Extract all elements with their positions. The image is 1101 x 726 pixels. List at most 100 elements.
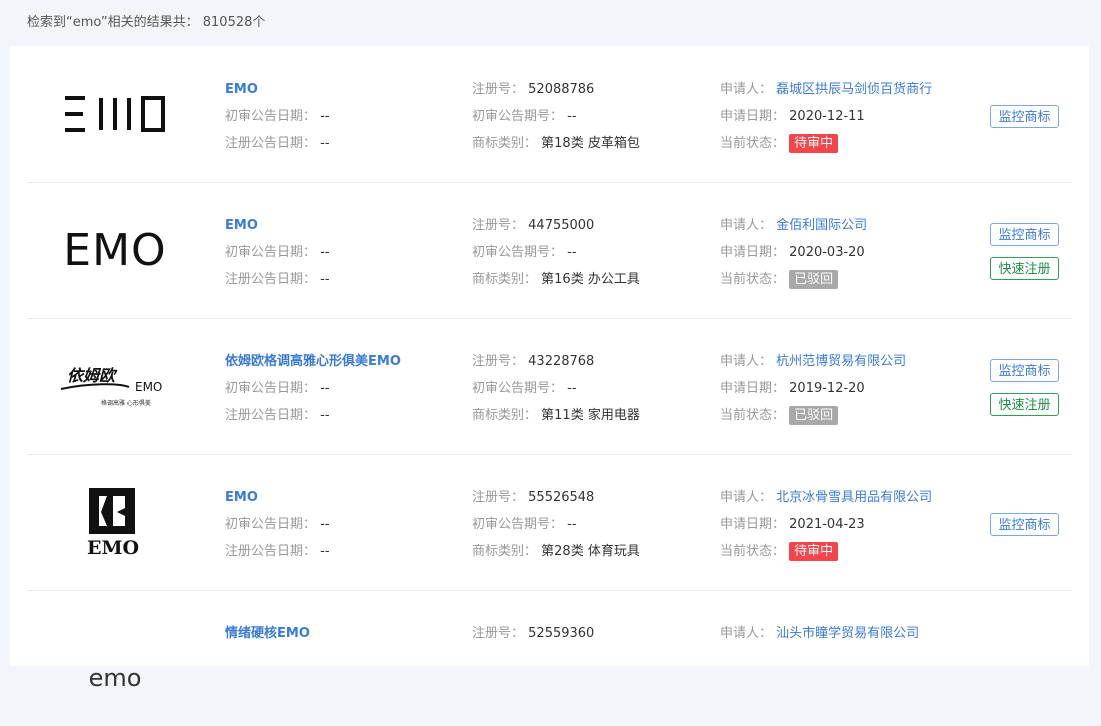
yimuou-en-text: EMO	[135, 380, 162, 394]
trademark-name[interactable]: EMO	[225, 218, 258, 233]
emo-box-logo-text: EMO	[87, 537, 139, 558]
applicant-link[interactable]: 金佰利国际公司	[776, 218, 867, 233]
reg-no-value: 55526548	[528, 490, 595, 505]
first-notice-date-label: 初审公告日期：	[225, 381, 317, 396]
first-notice-no-value: --	[567, 517, 577, 532]
apply-date-value: 2020-12-11	[789, 109, 865, 124]
apply-date-label: 申请日期：	[720, 517, 786, 532]
applicant-label: 申请人：	[720, 354, 773, 369]
category-label: 商标类别：	[472, 544, 538, 559]
first-notice-no-label: 初审公告期号：	[472, 517, 564, 532]
result-row: emo 情绪硬核EMO 注册号： 52559360 申请人： 汕头市瞳学贸易有限…	[27, 590, 1072, 726]
status-badge: 已驳回	[789, 270, 839, 289]
status-label: 当前状态：	[720, 272, 786, 287]
first-notice-date-value: --	[320, 381, 330, 396]
first-notice-date-value: --	[320, 109, 330, 124]
apply-date-value: 2021-04-23	[789, 517, 865, 532]
applicant-label: 申请人：	[720, 626, 773, 641]
status-label: 当前状态：	[720, 136, 786, 151]
category-label: 商标类别：	[472, 408, 538, 423]
first-notice-no-value: --	[567, 109, 577, 124]
trademark-logo[interactable]: 依姆欧 EMO 格调高雅 心形俱美	[55, 338, 175, 434]
first-notice-no-label: 初审公告期号：	[472, 245, 564, 260]
category-value: 第11类 家用电器	[541, 408, 640, 423]
apply-date-value: 2019-12-20	[789, 381, 865, 396]
status-badge: 已驳回	[789, 406, 839, 425]
first-notice-date-label: 初审公告日期：	[225, 245, 317, 260]
applicant-label: 申请人：	[720, 218, 773, 233]
results-panel: EMO 初审公告日期： -- 注册公告日期： -- 注册号： 52088786 …	[10, 46, 1089, 692]
first-notice-date-value: --	[320, 517, 330, 532]
reg-notice-date-label: 注册公告日期：	[225, 272, 317, 287]
status-label: 当前状态：	[720, 544, 786, 559]
reg-no-label: 注册号：	[472, 490, 525, 505]
quick-register-button[interactable]: 快速注册	[990, 257, 1059, 280]
reg-notice-date-value: --	[320, 272, 330, 287]
result-summary: 检索到“emo”相关的结果共： 810528个	[27, 15, 266, 30]
apply-date-value: 2020-03-20	[789, 245, 865, 260]
result-row: EMO EMO 初审公告日期： -- 注册公告日期： -- 注册号： 55526…	[27, 454, 1072, 591]
quick-register-button[interactable]: 快速注册	[990, 393, 1059, 416]
apply-date-label: 申请日期：	[720, 109, 786, 124]
trademark-logo[interactable]	[55, 66, 175, 162]
status-badge: 待审中	[789, 134, 839, 153]
trademark-logo[interactable]: emo	[55, 610, 175, 706]
reg-notice-date-label: 注册公告日期：	[225, 408, 317, 423]
applicant-link[interactable]: 汕头市瞳学贸易有限公司	[776, 626, 919, 641]
monitor-trademark-button[interactable]: 监控商标	[990, 359, 1059, 382]
reg-no-label: 注册号：	[472, 82, 525, 97]
emo-box-logo: EMO	[87, 488, 139, 558]
applicant-link[interactable]: 磊城区拱辰马剑侦百货商行	[776, 82, 932, 97]
trademark-name[interactable]: EMO	[225, 490, 258, 505]
applicant-link[interactable]: 杭州范博贸易有限公司	[776, 354, 906, 369]
reg-no-label: 注册号：	[472, 218, 525, 233]
trademark-logo[interactable]: EMO	[55, 474, 175, 570]
reg-notice-date-label: 注册公告日期：	[225, 544, 317, 559]
apply-date-label: 申请日期：	[720, 381, 786, 396]
first-notice-no-value: --	[567, 381, 577, 396]
category-label: 商标类别：	[472, 136, 538, 151]
applicant-label: 申请人：	[720, 490, 773, 505]
first-notice-no-label: 初审公告期号：	[472, 381, 564, 396]
category-value: 第18类 皮革箱包	[541, 136, 640, 151]
yimuou-cn-text: 依姆欧	[67, 366, 118, 385]
trademark-name[interactable]: 依姆欧格调高雅心形俱美EMO	[225, 354, 401, 369]
first-notice-no-value: --	[567, 245, 577, 260]
first-notice-date-label: 初审公告日期：	[225, 517, 317, 532]
category-value: 第28类 体育玩具	[541, 544, 640, 559]
reg-no-value: 43228768	[528, 354, 595, 369]
monitor-trademark-button[interactable]: 监控商标	[990, 105, 1059, 128]
emo-text-logo: EMO	[63, 224, 167, 276]
reg-no-label: 注册号：	[472, 354, 525, 369]
emo-line-logo	[65, 96, 165, 132]
reg-no-label: 注册号：	[472, 626, 525, 641]
emo-lowercase-logo: emo	[88, 664, 142, 692]
category-label: 商标类别：	[472, 272, 538, 287]
category-value: 第16类 办公工具	[541, 272, 640, 287]
applicant-link[interactable]: 北京冰骨雪具用品有限公司	[776, 490, 932, 505]
reg-notice-date-value: --	[320, 544, 330, 559]
result-row: 依姆欧 EMO 格调高雅 心形俱美 依姆欧格调高雅心形俱美EMO 初审公告日期：…	[27, 318, 1072, 455]
monitor-trademark-button[interactable]: 监控商标	[990, 223, 1059, 246]
first-notice-no-label: 初审公告期号：	[472, 109, 564, 124]
reg-notice-date-label: 注册公告日期：	[225, 136, 317, 151]
yimuou-slogan-text: 格调高雅 心形俱美	[101, 399, 151, 407]
result-row: EMO 初审公告日期： -- 注册公告日期： -- 注册号： 52088786 …	[27, 46, 1072, 183]
reg-no-value: 52559360	[528, 626, 595, 641]
yimuou-logo: 依姆欧 EMO 格调高雅 心形俱美	[60, 366, 162, 407]
reg-no-value: 52088786	[528, 82, 595, 97]
first-notice-date-value: --	[320, 245, 330, 260]
status-badge: 待审中	[789, 542, 839, 561]
reg-notice-date-value: --	[320, 136, 330, 151]
apply-date-label: 申请日期：	[720, 245, 786, 260]
reg-no-value: 44755000	[528, 218, 595, 233]
trademark-name[interactable]: 情绪硬核EMO	[225, 626, 310, 641]
reg-notice-date-value: --	[320, 408, 330, 423]
result-row: EMO EMO 初审公告日期： -- 注册公告日期： -- 注册号： 44755…	[27, 182, 1072, 319]
applicant-label: 申请人：	[720, 82, 773, 97]
trademark-logo[interactable]: EMO	[55, 202, 175, 298]
monitor-trademark-button[interactable]: 监控商标	[990, 513, 1059, 536]
status-label: 当前状态：	[720, 408, 786, 423]
trademark-name[interactable]: EMO	[225, 82, 258, 97]
first-notice-date-label: 初审公告日期：	[225, 109, 317, 124]
